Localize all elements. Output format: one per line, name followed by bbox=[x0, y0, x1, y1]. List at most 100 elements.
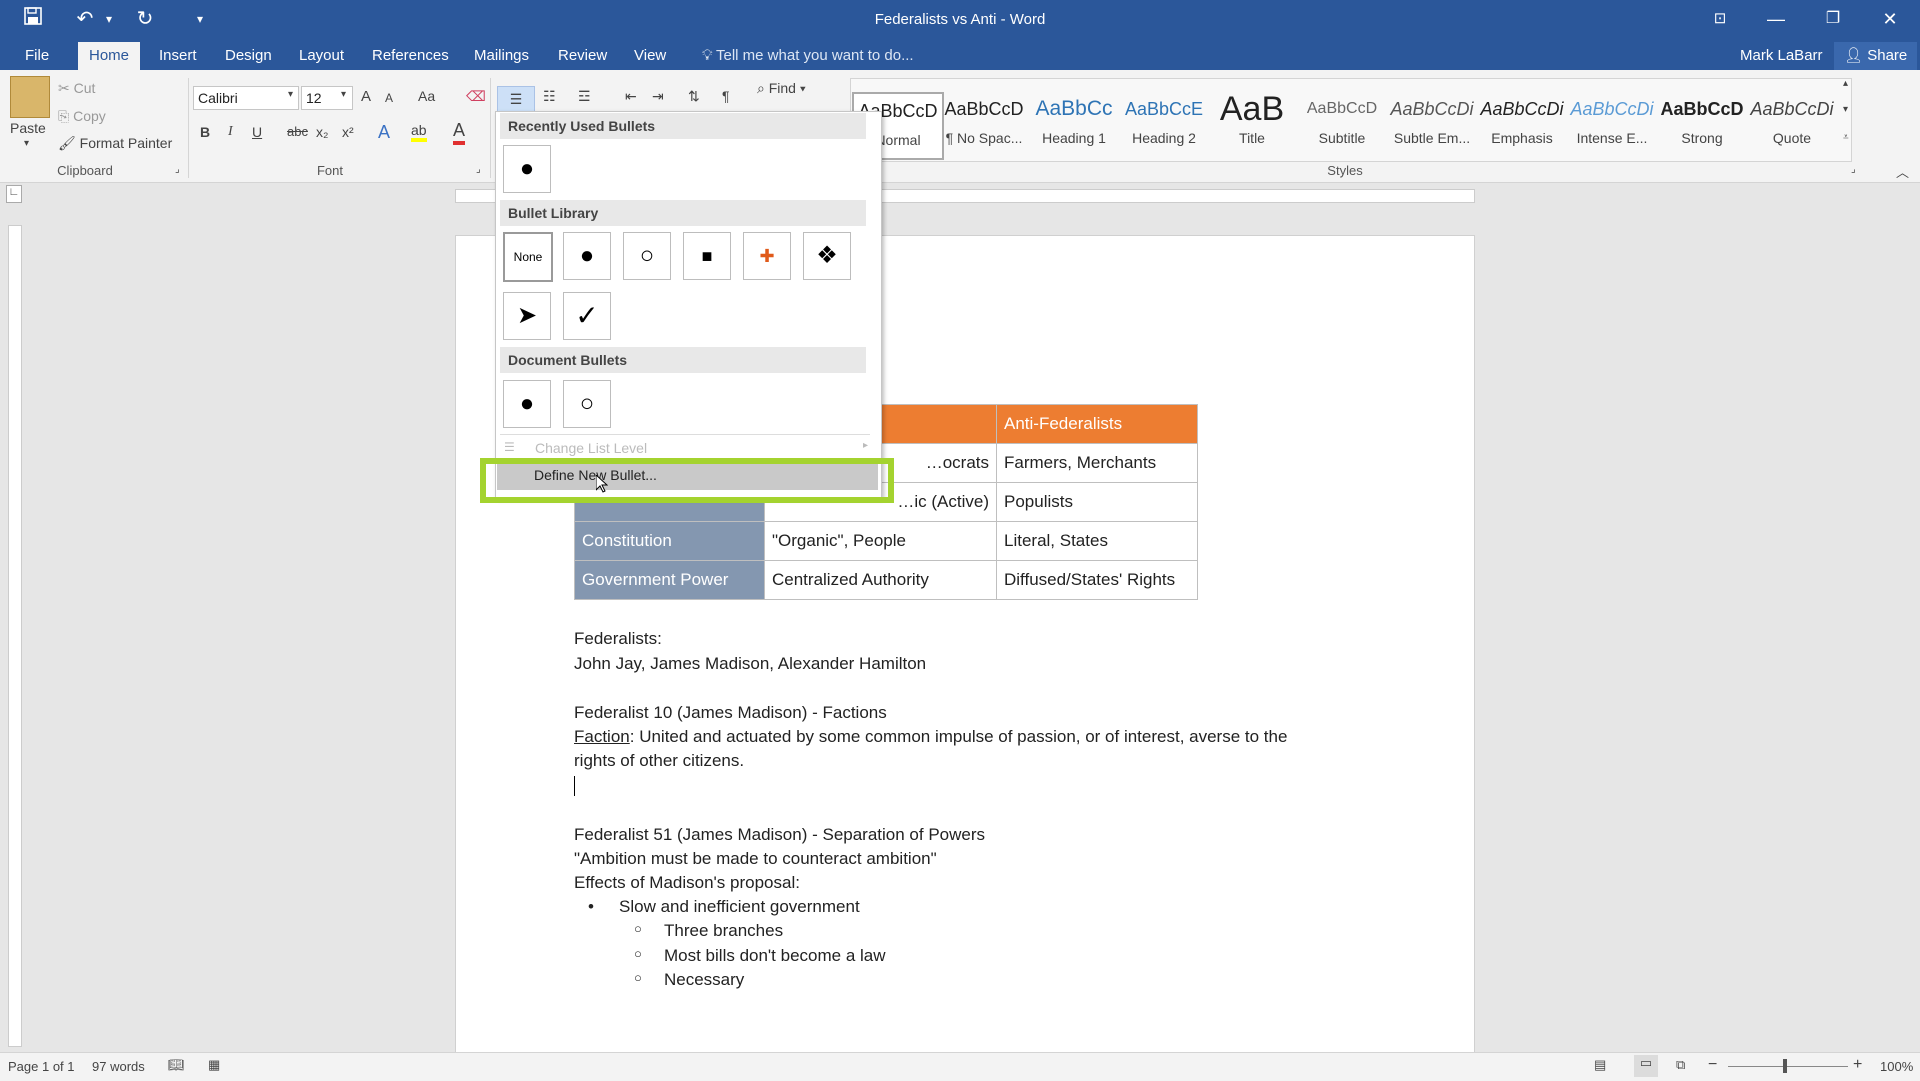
font-name-dropdown-icon[interactable]: ▾ bbox=[288, 89, 293, 100]
style-strong[interactable]: AaBbCcD Strong bbox=[1658, 92, 1746, 156]
sub-bullet-circle: ○ bbox=[634, 921, 642, 936]
gallery-more-icon[interactable]: ⩡ bbox=[1843, 132, 1849, 143]
read-mode-icon[interactable]: ▤ bbox=[1594, 1057, 1606, 1073]
font-launcher-icon[interactable]: ⌟ bbox=[476, 164, 481, 175]
font-name-box[interactable]: Calibri bbox=[193, 86, 299, 110]
tab-references[interactable]: References bbox=[362, 42, 459, 70]
grow-font-button[interactable]: A bbox=[361, 88, 371, 105]
pilcrow-icon[interactable]: ¶ bbox=[722, 88, 730, 104]
tab-layout[interactable]: Layout bbox=[289, 42, 354, 70]
minimize-button[interactable]: — bbox=[1748, 0, 1804, 40]
style-quote[interactable]: AaBbCcDi Quote bbox=[1748, 92, 1836, 156]
copy-button[interactable]: ⎘ Copy bbox=[58, 108, 106, 125]
close-button[interactable]: ✕ bbox=[1862, 0, 1918, 40]
sub-bullet-circle: ○ bbox=[634, 970, 642, 985]
increase-indent-icon[interactable]: ⇥ bbox=[652, 88, 664, 105]
tab-file[interactable]: File bbox=[15, 42, 59, 70]
format-painter-button[interactable]: 🖌︎ Format Painter bbox=[58, 135, 172, 152]
word-count[interactable]: 97 words bbox=[92, 1059, 145, 1074]
multilevel-list-icon[interactable]: ☲ bbox=[578, 88, 591, 105]
font-color-icon[interactable]: A bbox=[453, 120, 466, 145]
collapse-ribbon-icon[interactable]: ︿ bbox=[1896, 162, 1909, 181]
bullets-button[interactable]: ☰ bbox=[497, 86, 535, 112]
proofing-icon[interactable]: 📖︎ bbox=[168, 1057, 185, 1073]
window-title: Federalists vs Anti - Word bbox=[874, 11, 1046, 28]
underline-button[interactable]: U bbox=[252, 124, 262, 140]
cut-button[interactable]: ✂ Cut bbox=[58, 80, 95, 97]
tab-review[interactable]: Review bbox=[548, 42, 617, 70]
styles-group-label: Styles bbox=[1327, 163, 1363, 178]
clear-formatting-icon[interactable]: ⌫ bbox=[466, 88, 486, 105]
style-heading-2[interactable]: AaBbCcE Heading 2 bbox=[1120, 92, 1208, 156]
bullet-option-hollow-circle[interactable]: ○ bbox=[623, 232, 671, 280]
clipboard-launcher-icon[interactable]: ⌟ bbox=[175, 164, 180, 175]
zoom-slider[interactable] bbox=[1728, 1066, 1848, 1067]
paragraph: Federalist 10 (James Madison) - Factions bbox=[574, 703, 887, 722]
bullet-option-filled-circle[interactable]: ● bbox=[503, 145, 551, 193]
macro-icon[interactable]: ▦ bbox=[208, 1057, 220, 1073]
shrink-font-button[interactable]: A bbox=[385, 91, 393, 105]
subscript-button[interactable]: x₂ bbox=[316, 124, 328, 140]
style-no-spacing[interactable]: AaBbCcD ¶ No Spac... bbox=[940, 92, 1028, 156]
bullet-list-icon: ☰ bbox=[509, 91, 523, 107]
tell-me-search[interactable]: Tell me what you want to do... bbox=[706, 42, 924, 70]
bullet-option-arrow[interactable]: ➤ bbox=[503, 292, 551, 340]
styles-launcher-icon[interactable]: ⌟ bbox=[1851, 164, 1856, 175]
share-button[interactable]: 👤︎ Share bbox=[1834, 42, 1918, 70]
tab-design[interactable]: Design bbox=[215, 42, 282, 70]
definition-text: : United and actuated by some common imp… bbox=[629, 727, 1288, 746]
user-name[interactable]: Mark LaBarr bbox=[1730, 42, 1833, 70]
bullet-option-diamond[interactable]: ❖ bbox=[803, 232, 851, 280]
bullet-option-filled-circle[interactable]: ● bbox=[563, 232, 611, 280]
bullet-option-filled-circle[interactable]: ● bbox=[503, 380, 551, 428]
superscript-button[interactable]: x² bbox=[342, 124, 354, 140]
print-layout-icon[interactable]: ▭ bbox=[1634, 1055, 1658, 1077]
strikethrough-button[interactable]: abc bbox=[287, 124, 308, 139]
zoom-level[interactable]: 100% bbox=[1880, 1059, 1913, 1074]
bullet-option-cross[interactable]: ✚ bbox=[743, 232, 791, 280]
bullet-option-square[interactable]: ■ bbox=[683, 232, 731, 280]
style-heading-1[interactable]: AaBbCc Heading 1 bbox=[1030, 92, 1118, 156]
ribbon-display-options-icon[interactable]: ⊡ bbox=[1692, 0, 1748, 40]
page-count[interactable]: Page 1 of 1 bbox=[8, 1059, 75, 1074]
font-size-dropdown-icon[interactable]: ▾ bbox=[341, 89, 346, 100]
style-title[interactable]: AaB Title bbox=[1208, 92, 1296, 156]
find-button[interactable]: ⌕ Find ▾ bbox=[757, 80, 806, 97]
style-emphasis[interactable]: AaBbCcDi Emphasis bbox=[1478, 92, 1566, 156]
tab-home[interactable]: Home bbox=[78, 42, 140, 70]
tab-view[interactable]: View bbox=[624, 42, 676, 70]
decrease-indent-icon[interactable]: ⇤ bbox=[625, 88, 637, 105]
paragraph: Faction: United and actuated by some com… bbox=[574, 727, 1287, 747]
gallery-down-icon[interactable]: ▾ bbox=[1843, 104, 1848, 115]
sub-bullet-item: Three branches bbox=[664, 921, 784, 940]
separator bbox=[490, 78, 491, 178]
zoom-slider-thumb[interactable] bbox=[1783, 1059, 1787, 1073]
zoom-in-icon[interactable]: + bbox=[1853, 1056, 1862, 1074]
style-subtitle[interactable]: AaBbCcD Subtitle bbox=[1298, 92, 1386, 156]
bullet-dot: • bbox=[588, 897, 594, 916]
tab-selector-icon[interactable]: ∟ bbox=[6, 185, 22, 203]
style-intense-emphasis[interactable]: AaBbCcDi Intense E... bbox=[1568, 92, 1656, 156]
change-case-button[interactable]: Aa bbox=[418, 88, 435, 104]
font-group-label: Font bbox=[316, 163, 343, 178]
zoom-out-icon[interactable]: − bbox=[1708, 1056, 1717, 1074]
bullet-option-hollow-circle[interactable]: ○ bbox=[563, 380, 611, 428]
style-subtle-emphasis[interactable]: AaBbCcDi Subtle Em... bbox=[1388, 92, 1476, 156]
restore-button[interactable]: ❐ bbox=[1805, 0, 1861, 40]
numbering-icon[interactable]: ☷ bbox=[543, 88, 556, 105]
bullet-option-none[interactable]: None bbox=[503, 232, 553, 282]
italic-button[interactable]: I bbox=[228, 124, 233, 140]
table-cell: Literal, States bbox=[996, 521, 1198, 561]
paste-button[interactable]: Paste bbox=[10, 120, 46, 136]
highlight-icon[interactable]: ab bbox=[411, 122, 427, 142]
gallery-up-icon[interactable]: ▴ bbox=[1843, 78, 1848, 89]
bold-button[interactable]: B bbox=[200, 124, 210, 140]
tab-insert[interactable]: Insert bbox=[149, 42, 207, 70]
paste-icon[interactable] bbox=[10, 76, 50, 118]
paste-dropdown-icon[interactable]: ▾ bbox=[24, 138, 29, 149]
bullet-option-checkmark[interactable]: ✓ bbox=[563, 292, 611, 340]
text-effects-icon[interactable]: A bbox=[378, 122, 390, 143]
web-layout-icon[interactable]: ⧉ bbox=[1676, 1057, 1685, 1073]
tab-mailings[interactable]: Mailings bbox=[464, 42, 539, 70]
sort-icon[interactable]: ⇅ bbox=[688, 88, 700, 105]
